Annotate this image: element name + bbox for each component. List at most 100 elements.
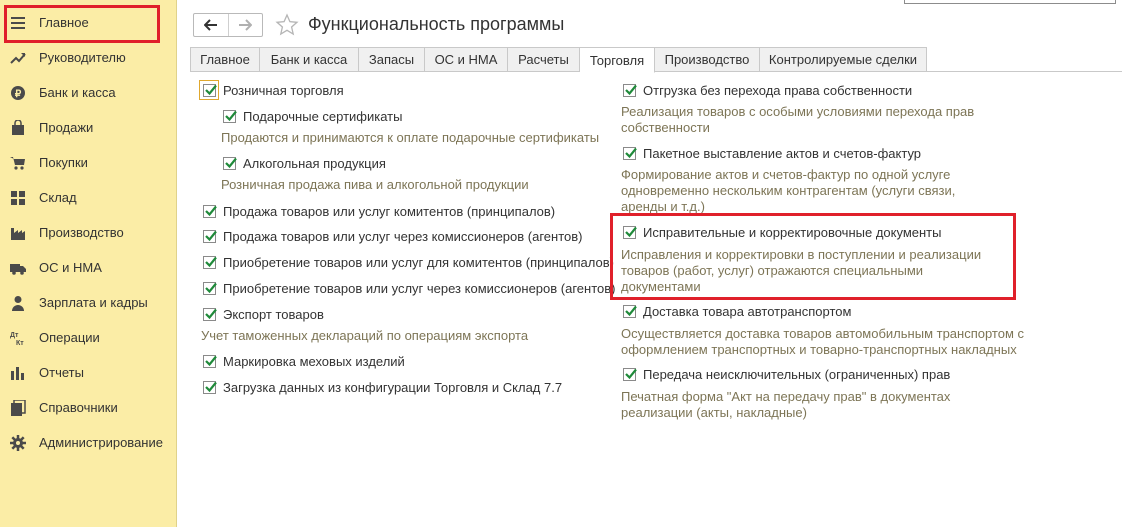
alcohol-checkbox[interactable] <box>223 157 237 170</box>
shopping-bag-icon <box>10 119 26 136</box>
navigation-buttons <box>193 13 263 37</box>
sidebar-item-label: Производство <box>39 225 124 240</box>
sidebar-item-warehouse[interactable]: Склад <box>0 180 176 215</box>
agent-buy-checkbox[interactable] <box>203 282 217 295</box>
sidebar-item-operations[interactable]: Дт Кт Операции <box>0 320 176 355</box>
truck-icon <box>10 260 26 276</box>
fur-checkbox[interactable] <box>203 355 217 368</box>
forward-button[interactable] <box>227 14 263 36</box>
load77-checkbox[interactable] <box>203 381 217 394</box>
checkmark-icon <box>205 84 217 96</box>
batch-checkbox-row[interactable]: Пакетное выставление актов и счетов-факт… <box>623 146 921 161</box>
fur-checkbox-row[interactable]: Маркировка меховых изделий <box>203 354 405 369</box>
cart-icon <box>10 155 26 171</box>
export-label: Экспорт товаров <box>223 307 324 322</box>
hint-line: Осуществляется доставка товаров автомоби… <box>621 326 1025 341</box>
svg-text:₽: ₽ <box>15 89 22 100</box>
agent-sale-checkbox-row[interactable]: Продажа товаров или услуг через комиссио… <box>203 229 582 244</box>
rights-transfer-label: Передача неисключительных (ограниченных)… <box>643 367 951 382</box>
agent-sale-checkbox[interactable] <box>203 230 217 243</box>
tab-assets[interactable]: ОС и НМА <box>425 47 508 72</box>
ship-checkbox-row[interactable]: Отгрузка без перехода права собственност… <box>623 83 912 98</box>
sidebar-item-purchases[interactable]: Покупки <box>0 145 176 180</box>
sidebar-item-manager[interactable]: Руководителю <box>0 40 176 75</box>
retail-label: Розничная торговля <box>223 83 344 98</box>
sidebar: Главное Руководителю ₽ Банк и касса Прод… <box>0 0 177 527</box>
export-checkbox[interactable] <box>203 308 217 321</box>
tab-stocks[interactable]: Запасы <box>359 47 425 72</box>
agent-buy-label: Приобретение товаров или услуг через ком… <box>223 281 616 296</box>
tab-production[interactable]: Производство <box>655 47 760 72</box>
alcohol-label: Алкогольная продукция <box>243 156 386 171</box>
fur-label: Маркировка меховых изделий <box>223 354 405 369</box>
highlight-frame-corrective <box>610 213 1016 300</box>
sidebar-item-label: Операции <box>39 330 100 345</box>
svg-text:Кт: Кт <box>16 340 24 346</box>
batch-label: Пакетное выставление актов и счетов-факт… <box>643 146 922 161</box>
batch-checkbox[interactable] <box>623 147 637 160</box>
agent-sale-label: Продажа товаров или услуг через комиссио… <box>223 229 583 244</box>
sidebar-item-catalogs[interactable]: Справочники <box>0 390 176 425</box>
svg-text:Дт: Дт <box>10 332 19 339</box>
agent-buy-checkbox-row[interactable]: Приобретение товаров или услуг через ком… <box>203 281 615 296</box>
checkmark-icon <box>205 308 217 320</box>
auto-delivery-checkbox-row[interactable]: Доставка товара автотранспортом <box>623 304 851 319</box>
tab-bank[interactable]: Банк и касса <box>260 47 359 72</box>
back-button[interactable] <box>194 14 228 36</box>
checkmark-icon <box>205 355 217 367</box>
gift-checkbox-row[interactable]: Подарочные сертификаты <box>223 109 402 124</box>
dt-kt-icon: Дт Кт <box>10 330 26 346</box>
retail-checkbox-row[interactable]: Розничная торговля <box>203 83 344 98</box>
checkmark-icon <box>625 305 637 317</box>
commit-sale-checkbox-row[interactable]: Продажа товаров или услуг комитентов (пр… <box>203 204 555 219</box>
load77-checkbox-row[interactable]: Загрузка данных из конфигурации Торговля… <box>203 380 562 395</box>
sidebar-item-bank[interactable]: ₽ Банк и касса <box>0 75 176 110</box>
sidebar-item-assets[interactable]: ОС и НМА <box>0 250 176 285</box>
tab-trade[interactable]: Торговля <box>580 47 655 73</box>
commit-sale-checkbox[interactable] <box>203 205 217 218</box>
ship-hint: Реализация товаров с особыми условиями п… <box>621 104 974 136</box>
rights-transfer-checkbox[interactable] <box>623 368 637 381</box>
trend-up-icon <box>10 50 26 66</box>
sidebar-item-label: Администрирование <box>39 435 163 450</box>
tab-controlled-deals[interactable]: Контролируемые сделки <box>760 47 927 72</box>
sidebar-item-production[interactable]: Производство <box>0 215 176 250</box>
sidebar-item-label: Склад <box>39 190 77 205</box>
rights-transfer-checkbox-row[interactable]: Передача неисключительных (ограниченных)… <box>623 367 950 382</box>
sidebar-item-label: ОС и НМА <box>39 260 102 275</box>
checkmark-icon <box>225 157 237 169</box>
sidebar-item-salary[interactable]: Зарплата и кадры <box>0 285 176 320</box>
top-divider <box>904 0 1116 4</box>
gift-checkbox[interactable] <box>223 110 237 123</box>
hint-line: Печатная форма "Акт на передачу прав" в … <box>621 389 951 404</box>
hint-line: оформлением транспортных и товарно-транс… <box>621 342 1017 357</box>
alcohol-hint: Розничная продажа пива и алкогольной про… <box>221 177 529 192</box>
sidebar-item-admin[interactable]: Администрирование <box>0 425 176 460</box>
checkmark-icon <box>205 381 217 393</box>
retail-checkbox[interactable] <box>203 84 217 97</box>
auto-delivery-hint: Осуществляется доставка товаров автомоби… <box>621 326 1024 358</box>
gift-label: Подарочные сертификаты <box>243 109 403 124</box>
person-icon <box>10 295 26 311</box>
export-checkbox-row[interactable]: Экспорт товаров <box>203 307 324 322</box>
ruble-coin-icon: ₽ <box>10 85 26 101</box>
ship-checkbox[interactable] <box>623 84 637 97</box>
arrow-right-icon <box>239 19 253 31</box>
sidebar-item-label: Покупки <box>39 155 88 170</box>
alcohol-checkbox-row[interactable]: Алкогольная продукция <box>223 156 386 171</box>
sidebar-item-reports[interactable]: Отчеты <box>0 355 176 390</box>
commit-buy-checkbox-row[interactable]: Приобретение товаров или услуг для комит… <box>203 255 614 270</box>
tab-settlements[interactable]: Расчеты <box>508 47 580 72</box>
hint-line: реализации (акты, накладные) <box>621 405 807 420</box>
checkmark-icon <box>205 282 217 294</box>
sidebar-item-sales[interactable]: Продажи <box>0 110 176 145</box>
checkmark-icon <box>205 230 217 242</box>
gift-hint: Продаются и принимаются к оплате подароч… <box>221 130 600 145</box>
favorite-star-icon[interactable] <box>275 13 299 37</box>
auto-delivery-checkbox[interactable] <box>623 305 637 318</box>
commit-buy-label: Приобретение товаров или услуг для комит… <box>223 255 614 270</box>
commit-sale-label: Продажа товаров или услуг комитентов (пр… <box>223 204 556 219</box>
tab-main[interactable]: Главное <box>190 47 260 72</box>
checkmark-icon <box>225 110 237 122</box>
commit-buy-checkbox[interactable] <box>203 256 217 269</box>
